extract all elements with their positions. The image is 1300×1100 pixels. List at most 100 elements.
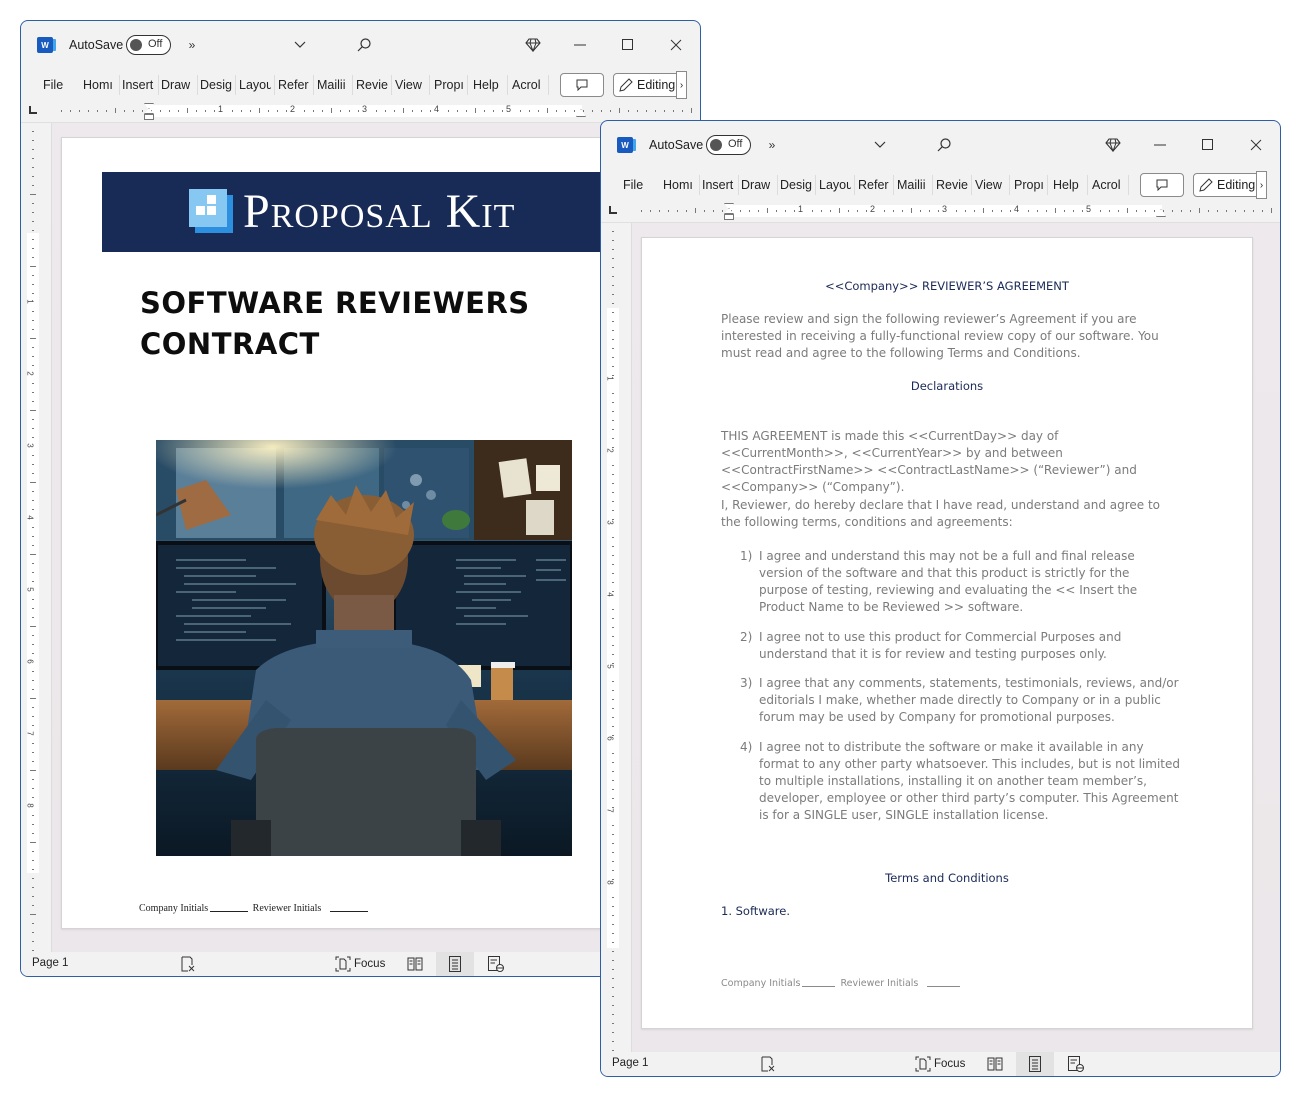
tab-selector-icon[interactable] bbox=[29, 106, 37, 114]
tab-home[interactable]: Homı bbox=[83, 78, 117, 92]
document-page-agreement[interactable]: <<Company>> REVIEWER’S AGREEMENT Please … bbox=[641, 237, 1253, 1029]
tab-acrobat[interactable]: Acrol bbox=[512, 78, 544, 92]
ruler-tick bbox=[349, 110, 350, 112]
read-mode-icon[interactable] bbox=[404, 955, 426, 973]
ribbon-more-button[interactable]: › bbox=[1256, 171, 1267, 199]
ruler-tick bbox=[612, 483, 614, 484]
ruler-tick bbox=[32, 365, 34, 366]
tab-properties[interactable]: Propı bbox=[1014, 178, 1045, 192]
maximize-icon[interactable] bbox=[618, 35, 638, 55]
company-initials-blank[interactable] bbox=[210, 911, 249, 912]
reviewer-initials-blank[interactable] bbox=[329, 911, 368, 912]
search-icon[interactable] bbox=[354, 35, 374, 55]
declaration-item: 4) I agree not to distribute the softwar… bbox=[740, 739, 1180, 824]
tab-mailings[interactable]: Mailii bbox=[897, 178, 930, 192]
tab-help[interactable]: Help bbox=[1053, 178, 1083, 192]
ruler-tick bbox=[1271, 208, 1272, 213]
accessibility-check-icon[interactable] bbox=[759, 1055, 777, 1073]
close-icon[interactable] bbox=[666, 35, 686, 55]
ruler-tick bbox=[475, 108, 476, 113]
ruler-tick bbox=[612, 636, 614, 637]
tab-home[interactable]: Homı bbox=[663, 178, 697, 192]
tab-file[interactable]: File bbox=[623, 178, 649, 192]
focus-mode-button[interactable]: Focus bbox=[335, 955, 385, 973]
horizontal-ruler[interactable]: 1 2 3 4 5 bbox=[601, 203, 1280, 221]
company-initials-label: Company Initials bbox=[139, 903, 209, 914]
vertical-ruler[interactable]: 1 2 3 4 5 6 7 8 bbox=[601, 223, 631, 1060]
ruler-tick bbox=[612, 348, 614, 349]
tab-design[interactable]: Desig bbox=[780, 178, 813, 192]
ruler-number: 6 bbox=[605, 736, 615, 741]
document-page-cover[interactable]: Proposal Kit SOFTWARE REVIEWERS CONTRACT bbox=[61, 137, 642, 929]
maximize-icon[interactable] bbox=[1198, 135, 1218, 155]
ruler-tick bbox=[612, 420, 614, 421]
tab-mailings[interactable]: Mailii bbox=[317, 78, 350, 92]
status-bar: Page 1 Focus bbox=[21, 952, 700, 976]
print-layout-icon[interactable] bbox=[436, 952, 474, 976]
autosave-toggle[interactable]: Off bbox=[126, 35, 171, 55]
ruler-tick bbox=[1199, 208, 1200, 213]
chevron-down-icon[interactable] bbox=[290, 35, 310, 55]
document-title-line1: SOFTWARE REVIEWERS bbox=[140, 286, 530, 320]
comments-button[interactable] bbox=[1140, 173, 1184, 197]
read-mode-icon[interactable] bbox=[984, 1055, 1006, 1073]
tab-selector-icon[interactable] bbox=[609, 206, 617, 214]
page-number-indicator[interactable]: Page 1 bbox=[32, 957, 68, 969]
company-initials-blank[interactable] bbox=[802, 986, 836, 987]
ruler-tick bbox=[612, 933, 614, 934]
ribbon-more-button[interactable]: › bbox=[676, 71, 687, 99]
tab-design[interactable]: Desig bbox=[200, 78, 233, 92]
ruler-tick bbox=[32, 671, 34, 672]
tab-draw[interactable]: Draw bbox=[741, 178, 775, 192]
ruler-tick bbox=[115, 108, 116, 113]
quick-access-overflow-icon[interactable]: » bbox=[182, 35, 202, 55]
web-layout-icon[interactable] bbox=[486, 955, 506, 973]
premium-diamond-icon[interactable] bbox=[523, 35, 543, 55]
minimize-icon[interactable] bbox=[570, 35, 590, 55]
tab-references[interactable]: Refer bbox=[858, 178, 891, 192]
vertical-ruler[interactable]: 1 2 3 4 5 6 7 8 bbox=[21, 123, 51, 960]
close-icon[interactable] bbox=[1246, 135, 1266, 155]
tab-help[interactable]: Help bbox=[473, 78, 503, 92]
autosave-toggle[interactable]: Off bbox=[706, 135, 751, 155]
indent-marker-handle[interactable] bbox=[724, 203, 734, 221]
indent-marker-handle[interactable] bbox=[144, 103, 154, 121]
tab-review[interactable]: Revie bbox=[936, 178, 969, 192]
ruler-tick bbox=[655, 110, 656, 112]
tab-view[interactable]: View bbox=[975, 178, 1005, 192]
horizontal-ruler[interactable]: 1 2 3 4 5 bbox=[21, 103, 700, 121]
cover-image[interactable] bbox=[156, 440, 572, 856]
premium-diamond-icon[interactable] bbox=[1103, 135, 1123, 155]
web-layout-icon[interactable] bbox=[1066, 1055, 1086, 1073]
comments-button[interactable] bbox=[560, 73, 604, 97]
print-layout-icon[interactable] bbox=[1016, 1052, 1054, 1076]
tab-layout[interactable]: Layou bbox=[819, 178, 851, 192]
ruler-tick bbox=[32, 131, 34, 132]
tab-draw[interactable]: Draw bbox=[161, 78, 195, 92]
tab-properties[interactable]: Propı bbox=[434, 78, 465, 92]
quick-access-overflow-icon[interactable]: » bbox=[762, 135, 782, 155]
ruler-tick bbox=[241, 110, 242, 112]
tab-insert[interactable]: Insert bbox=[702, 178, 736, 192]
tab-file[interactable]: File bbox=[43, 78, 69, 92]
ruler-tick bbox=[32, 563, 34, 564]
ruler-number: 1 bbox=[218, 104, 224, 114]
tab-insert[interactable]: Insert bbox=[122, 78, 156, 92]
focus-mode-button[interactable]: Focus bbox=[915, 1055, 965, 1073]
tab-review[interactable]: Revie bbox=[356, 78, 389, 92]
minimize-icon[interactable] bbox=[1150, 135, 1170, 155]
ruler-tick bbox=[32, 680, 34, 681]
chevron-down-icon[interactable] bbox=[870, 135, 890, 155]
reviewer-initials-blank[interactable] bbox=[927, 986, 961, 987]
tab-references[interactable]: Refer bbox=[278, 78, 311, 92]
terms-heading: Terms and Conditions bbox=[885, 871, 1009, 885]
tab-acrobat[interactable]: Acrol bbox=[1092, 178, 1124, 192]
tab-view[interactable]: View bbox=[395, 78, 425, 92]
item-number: 1) bbox=[740, 549, 753, 563]
tab-layout[interactable]: Layou bbox=[239, 78, 271, 92]
ruler-tick bbox=[32, 392, 34, 393]
accessibility-check-icon[interactable] bbox=[179, 955, 197, 973]
page-number-indicator[interactable]: Page 1 bbox=[612, 1057, 648, 1069]
item-text: I agree not to distribute the software o… bbox=[759, 740, 1180, 822]
search-icon[interactable] bbox=[934, 135, 954, 155]
